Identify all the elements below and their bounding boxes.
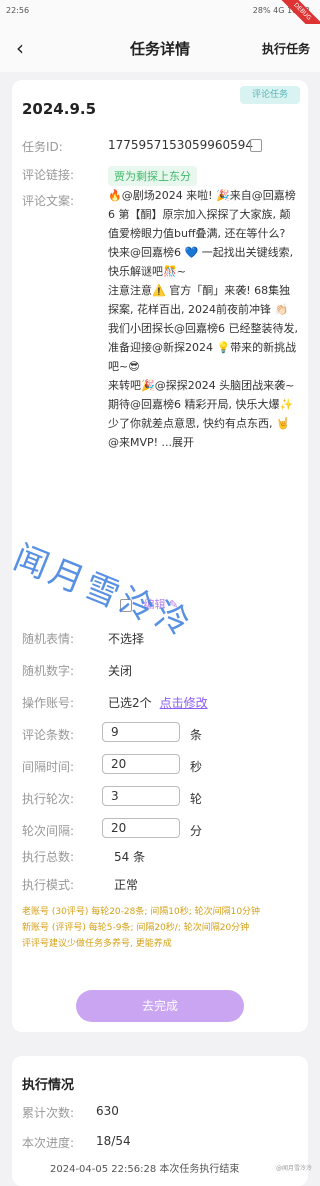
progress-label: 本次进度: [22, 1136, 75, 1150]
comment-paragraph: 来转吧🎉@探探2024 头脑团战来袭~ 期待@回嘉榜6 精彩开局, 快乐大爆✨ … [108, 379, 295, 449]
execution-title: 执行情况 [22, 1078, 75, 1093]
comment-text: 🔥@剧场2024 来啦! 🎉来自@回嘉榜6 第【酮】原宗加入探探了大家族, 颠值… [108, 186, 298, 452]
mode-label: 执行模式: [22, 878, 75, 892]
copy-icon[interactable] [250, 139, 262, 152]
round-gap-label: 轮次间隔: [22, 824, 75, 838]
round-gap-unit: 分 [190, 824, 203, 838]
total-value: 54 条 [114, 850, 146, 864]
comment-count-unit: 条 [190, 728, 203, 742]
cumulative-label: 累计次数: [22, 1106, 75, 1120]
watermark-corner: @闻月雪泠泠 [275, 1165, 312, 1172]
random-emoji-value[interactable]: 不选择 [108, 630, 144, 647]
status-bar: 22:56 28% 4G 16:42 [0, 0, 320, 24]
execute-task-button[interactable]: 执行任务 [262, 40, 310, 57]
round-gap-input[interactable]: 20 [102, 818, 180, 838]
account-label: 操作账号: [22, 696, 75, 710]
account-value: 已选2个 点击修改 [108, 694, 208, 711]
status-time: 22:56 [6, 6, 30, 15]
comment-count-input[interactable]: 9 [102, 722, 180, 742]
execution-log: 2024-04-05 22:56:28 本次任务执行结束 [50, 1164, 240, 1175]
account-selected: 已选2个 [108, 696, 152, 710]
rounds-input[interactable]: 3 [102, 786, 180, 806]
task-type-badge: 评论任务 [240, 86, 300, 104]
task-id-label: 任务ID: [22, 140, 63, 154]
rounds-unit: 轮 [190, 792, 203, 806]
comment-text-label: 评论文案: [22, 194, 75, 208]
task-date: 2024.9.5 [22, 100, 97, 118]
comment-count-label: 评论条数: [22, 728, 75, 742]
complete-button[interactable]: 去完成 [76, 990, 244, 1022]
execution-card: 执行情况 累计次数: 630 本次进度: 18/54 2024-04-05 22… [12, 1056, 308, 1186]
mode-value: 正常 [114, 878, 139, 892]
cumulative-value: 630 [96, 1104, 119, 1118]
comment-link-label: 评论链接: [22, 168, 75, 182]
interval-label: 间隔时间: [22, 760, 75, 774]
tip-line: 评评号建议少做任务多养号, 更能养成 [22, 939, 172, 949]
rounds-label: 执行轮次: [22, 792, 75, 806]
interval-unit: 秒 [190, 760, 203, 774]
comment-link-value[interactable]: 贾为剩探上东分 [108, 166, 197, 186]
tips-notes: 老账号 (30评号) 每轮20-28条; 间隔10秒; 轮次间隔10分钟 新账号… [22, 904, 298, 952]
tip-line: 新账号 (评评号) 每轮5-9条; 间隔20秒/; 轮次间隔20分钟 [22, 923, 250, 933]
random-number-value[interactable]: 关闭 [108, 662, 132, 679]
comment-paragraph: 注意注意⚠️ 官方「酮」来袭! 68集独探案, 花样百出, 2024前夜前冲锋 … [108, 284, 298, 373]
random-emoji-label: 随机表情: [22, 632, 75, 646]
tip-line: 老账号 (30评号) 每轮20-28条; 间隔10秒; 轮次间隔10分钟 [22, 907, 261, 917]
random-number-label: 随机数字: [22, 664, 75, 678]
task-id-value: 1775957153059960594 [108, 138, 254, 152]
progress-value: 18/54 [96, 1134, 131, 1148]
interval-input[interactable]: 20 [102, 754, 180, 774]
comment-paragraph: 🔥@剧场2024 来啦! 🎉来自@回嘉榜6 第【酮】原宗加入探探了大家族, 颠值… [108, 189, 296, 278]
edit-accounts-link[interactable]: 点击修改 [160, 696, 208, 710]
total-label: 执行总数: [22, 850, 75, 864]
top-bar: ‹ 任务详情 执行任务 [0, 24, 320, 72]
